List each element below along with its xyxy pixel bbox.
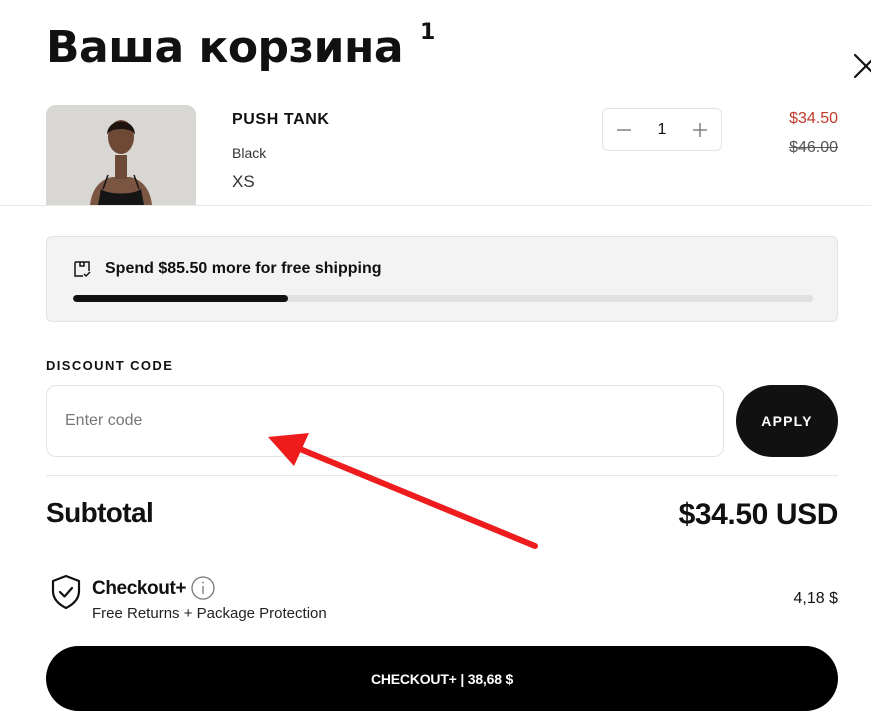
checkout-button[interactable]: CHECKOUT+ | 38,68 $ xyxy=(46,646,838,711)
original-price: $46.00 xyxy=(789,139,838,156)
product-name[interactable]: PUSH TANK xyxy=(232,111,330,129)
sale-price: $34.50 xyxy=(789,110,838,127)
quantity-value: 1 xyxy=(657,120,667,138)
quantity-stepper: 1 xyxy=(602,108,722,151)
product-size: XS xyxy=(232,172,255,191)
shipping-progress-bar xyxy=(73,295,813,302)
shipping-progress-fill xyxy=(73,295,288,302)
free-shipping-banner: Spend $85.50 more for free shipping xyxy=(46,236,838,322)
shield-check-icon xyxy=(51,574,81,610)
shipping-box-icon xyxy=(73,260,91,278)
page-title: Ваша корзина xyxy=(46,22,404,73)
checkout-plus-price: 4,18 $ xyxy=(793,590,838,607)
close-icon[interactable] xyxy=(852,52,871,80)
divider xyxy=(0,205,871,206)
info-icon[interactable] xyxy=(191,576,215,600)
free-shipping-message: Spend $85.50 more for free shipping xyxy=(105,260,382,277)
subtotal-value: $34.50 USD xyxy=(678,498,839,531)
discount-code-label: DISCOUNT CODE xyxy=(46,358,174,373)
apply-button[interactable]: APPLY xyxy=(736,385,838,457)
subtotal-label: Subtotal xyxy=(46,497,154,528)
checkout-plus-description: Free Returns + Package Protection xyxy=(92,605,327,622)
discount-code-input[interactable] xyxy=(46,385,724,457)
plus-icon[interactable] xyxy=(691,121,709,139)
divider xyxy=(46,475,838,476)
product-image[interactable] xyxy=(46,105,196,205)
product-color: Black xyxy=(232,145,267,161)
cart-header: Ваша корзина 1 xyxy=(46,18,871,88)
minus-icon[interactable] xyxy=(615,121,633,139)
cart-count-badge: 1 xyxy=(420,20,436,45)
checkout-plus-name: Checkout+ xyxy=(92,578,187,599)
cart-item: PUSH TANK Black XS 1 $34.50 $46.00 xyxy=(46,105,838,205)
